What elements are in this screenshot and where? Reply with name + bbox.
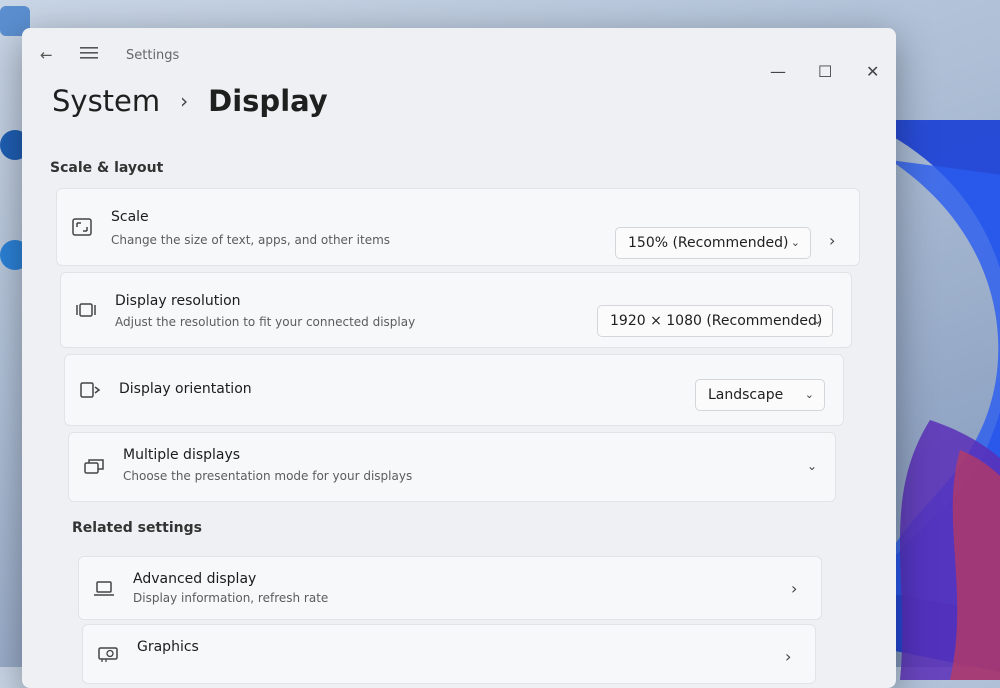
breadcrumb-parent[interactable]: System [52,84,160,118]
chevron-down-icon: ⌄ [804,388,814,401]
advanced-display-desc: Display information, refresh rate [133,591,329,605]
multiple-displays-title: Multiple displays [123,447,241,463]
graphics-row[interactable]: Graphics › [82,624,816,684]
breadcrumb: System › Display [52,84,328,118]
minimize-button[interactable]: — [770,62,786,81]
multiple-displays-desc: Choose the presentation mode for your di… [123,469,413,483]
orientation-row: Display orientation Landscape ⌄ [64,354,844,426]
chevron-down-icon: ⌄ [790,236,800,249]
resolution-desc: Adjust the resolution to fit your connec… [115,315,416,329]
laptop-icon [93,577,115,599]
orientation-title: Display orientation [119,381,252,397]
resolution-title: Display resolution [115,293,241,309]
resolution-row: Display resolution Adjust the resolution… [60,272,852,348]
maximize-button[interactable]: ☐ [818,62,832,81]
back-arrow-icon[interactable]: ← [40,46,53,64]
scale-icon [71,216,93,238]
section-related-settings: Related settings [72,520,202,536]
scale-title: Scale [111,209,149,225]
advanced-display-row[interactable]: Advanced display Display information, re… [78,556,822,620]
page-title: Display [208,84,328,118]
orientation-value: Landscape [708,387,784,403]
resolution-icon [75,299,97,321]
chevron-down-icon: ⌄ [812,314,822,327]
graphics-title: Graphics [137,639,199,655]
chevron-right-icon: › [785,647,792,666]
orientation-dropdown[interactable]: Landscape ⌄ [695,379,825,411]
section-scale-layout: Scale & layout [50,160,164,176]
close-button[interactable]: ✕ [866,62,879,81]
title-bar: ← Settings — ☐ ✕ [22,28,896,84]
multiple-displays-row[interactable]: Multiple displays Choose the presentatio… [68,432,836,502]
scale-dropdown[interactable]: 150% (Recommended) ⌄ [615,227,811,259]
scale-row: Scale Change the size of text, apps, and… [56,188,860,266]
settings-window: ← Settings — ☐ ✕ System › Display Scale … [22,28,896,688]
scale-value: 150% (Recommended) [628,235,789,251]
chevron-down-icon[interactable]: ⌄ [807,459,817,473]
scale-desc: Change the size of text, apps, and other… [111,233,391,247]
orientation-icon [79,379,101,401]
hamburger-menu-icon[interactable] [80,46,98,64]
advanced-display-title: Advanced display [133,571,257,587]
resolution-dropdown[interactable]: 1920 × 1080 (Recommended) ⌄ [597,305,833,337]
chevron-right-icon[interactable]: › [829,231,835,250]
breadcrumb-separator: › [180,89,189,113]
graphics-card-icon [97,643,119,665]
resolution-value: 1920 × 1080 (Recommended) [610,313,823,329]
multiple-displays-icon [83,456,105,478]
app-title: Settings [126,48,180,63]
chevron-right-icon: › [791,579,798,598]
